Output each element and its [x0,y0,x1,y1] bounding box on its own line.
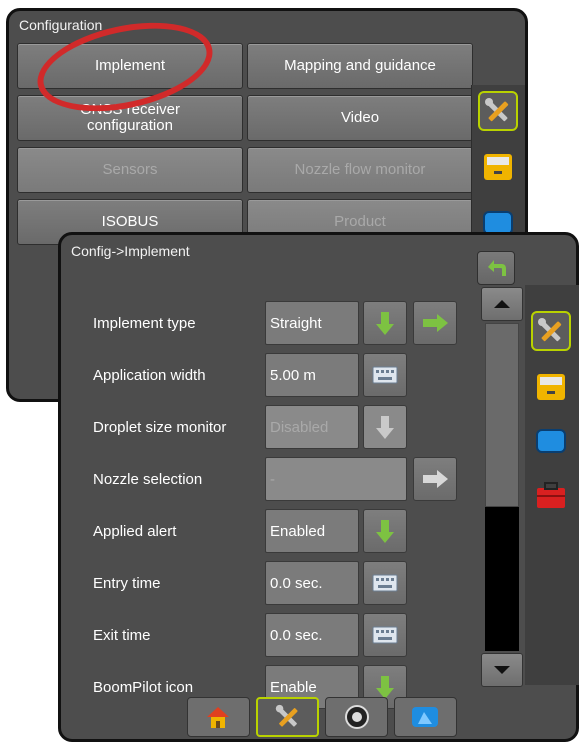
down-arrow-icon [376,520,394,543]
applied-alert-value: Enabled [265,509,359,553]
nozzle-selection-next[interactable] [413,457,457,501]
right-arrow-icon [423,314,448,332]
scroll-up-button[interactable] [481,287,523,321]
console-tab[interactable] [478,147,518,187]
implement-type-next[interactable] [413,301,457,345]
product-label: Product [334,213,386,230]
mapping-guidance-label: Mapping and guidance [284,57,436,74]
tools-icon [538,318,562,342]
droplet-size-monitor-value: Disabled [265,405,359,449]
applied-alert-dropdown[interactable] [363,509,407,553]
screen-tab[interactable] [531,421,571,461]
exit-time-keyboard[interactable] [363,613,407,657]
down-arrow-icon [376,312,394,335]
entry-time-keyboard[interactable] [363,561,407,605]
guidance-tab[interactable] [394,697,457,737]
implement-type-label: Implement type [93,315,196,332]
toolbox-tab[interactable] [531,475,571,515]
entry-time-value[interactable]: 0.0 sec. [265,561,359,605]
scroll-track[interactable] [485,323,519,651]
nozzle-flow-monitor-button: Nozzle flow monitor [247,147,473,193]
scroll-down-button[interactable] [481,653,523,687]
triangle-up-icon [494,300,510,308]
keyboard-icon [372,366,398,384]
back-arrow-icon [488,260,506,276]
application-width-value[interactable]: 5.00 m [265,353,359,397]
implement-type-dropdown[interactable] [363,301,407,345]
implement-type-value: Straight [265,301,359,345]
boompilot-icon-label: BoomPilot icon [93,679,194,696]
application-width-label: Application width [93,367,206,384]
right-arrow-icon [423,470,448,488]
tools-tab-bottom[interactable] [255,697,320,737]
keyboard-icon [372,574,398,592]
keyboard-icon [372,626,398,644]
tools-icon [275,704,298,727]
sensors-button: Sensors [17,147,243,193]
triangle-down-icon [494,666,510,674]
application-width-keyboard[interactable] [363,353,407,397]
exit-time-value[interactable]: 0.0 sec. [265,613,359,657]
nozzle-flow-monitor-label: Nozzle flow monitor [294,161,426,178]
camera-tab[interactable] [325,697,388,737]
home-icon [207,707,230,728]
video-label: Video [340,109,380,126]
home-tab[interactable] [187,697,250,737]
droplet-size-monitor-label: Droplet size monitor [93,419,227,436]
tools-icon [485,98,509,122]
nozzle-selection-label: Nozzle selection [93,471,203,488]
tools-tab[interactable] [478,91,518,131]
implement-window: Config->Implement Implement type Straigh… [58,232,579,742]
applied-alert-label: Applied alert [93,523,177,540]
back-button[interactable] [477,251,515,285]
guidance-icon [412,707,439,727]
scrollbar[interactable] [481,287,523,687]
configuration-title: Configuration [19,17,103,33]
bottom-tab-bar [187,697,457,741]
down-arrow-icon [376,416,394,439]
sensors-label: Sensors [102,161,158,178]
toolbox-icon [537,482,565,508]
implement-title: Config->Implement [71,243,190,259]
nozzle-selection-value: - [265,457,407,501]
entry-time-label: Entry time [93,575,161,592]
screen-icon [536,429,566,453]
mapping-guidance-button[interactable]: Mapping and guidance [247,43,473,89]
camera-icon [344,705,369,729]
console-tab[interactable] [531,367,571,407]
implement-side-tabs [525,285,579,685]
tools-tab[interactable] [531,311,571,351]
exit-time-label: Exit time [93,627,151,644]
scroll-thumb[interactable] [485,323,519,507]
isobus-label: ISOBUS [101,213,159,230]
console-icon [484,154,512,180]
console-icon [537,374,565,400]
droplet-size-monitor-dropdown [363,405,407,449]
video-button[interactable]: Video [247,95,473,141]
